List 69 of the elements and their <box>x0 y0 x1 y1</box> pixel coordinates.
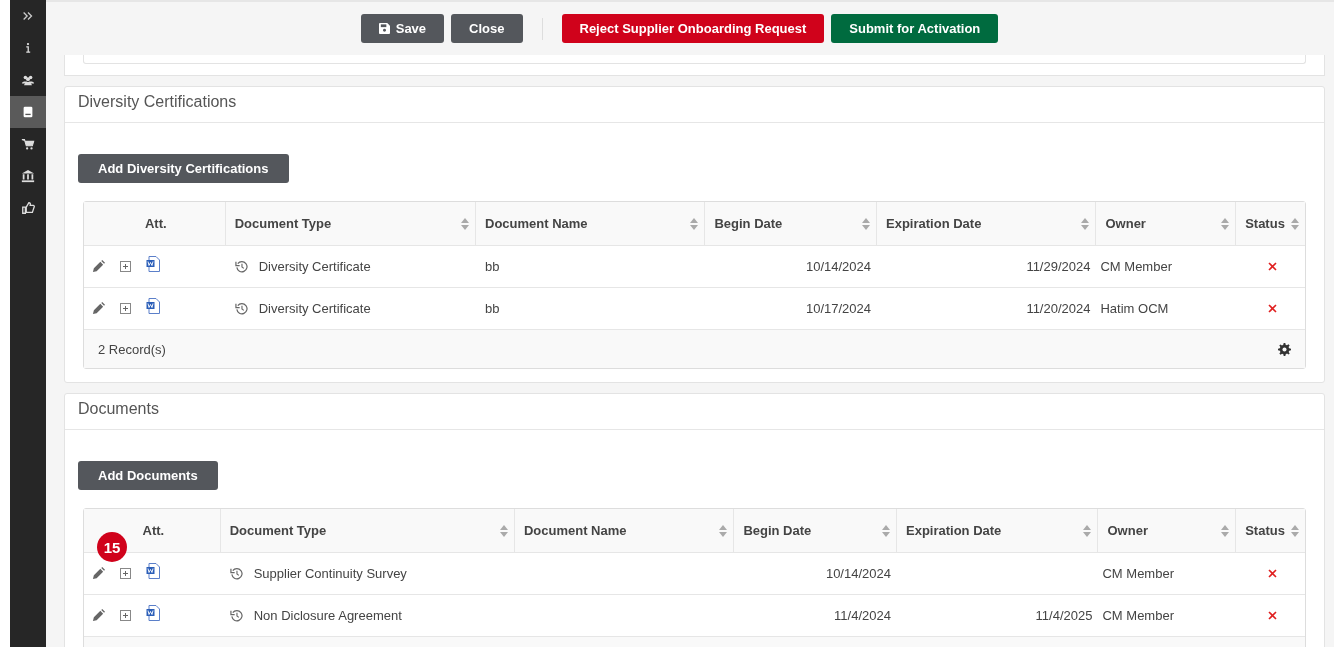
toolbar-button[interactable]: Save <box>360 14 445 43</box>
pencil-icon[interactable] <box>92 609 105 622</box>
rejected-icon <box>1267 611 1277 620</box>
people-icon <box>21 73 35 87</box>
section-title: Diversity Certifications <box>65 87 1324 123</box>
toolbar-button[interactable]: Reject Supplier Onboarding Request <box>561 14 825 43</box>
pencil-icon[interactable] <box>92 302 105 315</box>
table-cell: Diversity Certificate <box>258 259 371 274</box>
rejected-icon <box>1267 569 1277 578</box>
table-cell: Hatim OCM <box>1100 301 1169 316</box>
step-badge: 15 <box>97 532 127 562</box>
bank-icon <box>21 169 35 183</box>
thumbs-up-icon <box>21 201 35 215</box>
add-button[interactable]: Add Documents <box>78 461 218 490</box>
table-cell: 11/20/2024 <box>1026 301 1091 316</box>
history-icon[interactable] <box>234 260 248 273</box>
table-cell: CM Member <box>1100 259 1172 274</box>
cart-icon <box>21 137 35 151</box>
save-icon <box>378 23 390 34</box>
toolbar-button[interactable]: Submit for Activation <box>831 14 999 43</box>
rejected-icon <box>1267 304 1277 313</box>
column-header[interactable]: Status <box>1236 509 1305 552</box>
sidebar-item[interactable] <box>10 96 46 128</box>
history-icon[interactable] <box>229 609 243 622</box>
table-cell: bb <box>485 301 500 316</box>
toolbar-button[interactable]: Close <box>451 14 523 43</box>
column-header[interactable]: Expiration Date <box>897 509 1099 552</box>
column-header[interactable]: Document Name <box>476 202 706 245</box>
record-count: 2 Record(s) <box>98 341 166 357</box>
history-icon[interactable] <box>229 567 243 580</box>
column-header[interactable]: Expiration Date <box>877 202 1097 245</box>
word-document-icon[interactable] <box>146 255 160 272</box>
word-document-icon[interactable] <box>146 562 160 579</box>
column-header[interactable]: Owner <box>1098 509 1237 552</box>
word-document-icon[interactable] <box>146 297 160 314</box>
table-cell: 11/4/2025 <box>1035 608 1093 623</box>
table-cell: Supplier Continuity Survey <box>253 566 407 581</box>
table-cell: 11/29/2024 <box>1026 259 1091 274</box>
column-header[interactable]: Status <box>1236 202 1305 245</box>
table-cell: 10/14/2024 <box>825 566 891 581</box>
table-cell: 10/17/2024 <box>805 301 872 316</box>
column-header[interactable]: Owner <box>1096 202 1237 245</box>
table-cell: 11/4/2024 <box>834 608 891 623</box>
expand-row-icon[interactable] <box>120 261 131 272</box>
column-header[interactable]: Document Type <box>220 509 515 552</box>
settings-icon[interactable] <box>1278 342 1291 356</box>
add-button[interactable]: Add Diversity Certifications <box>78 154 289 183</box>
table-cell: bb <box>485 259 500 274</box>
column-header[interactable]: Document Type <box>225 202 476 245</box>
word-document-icon[interactable] <box>146 604 160 621</box>
table-cell: Non Diclosure Agreement <box>253 608 402 623</box>
column-header[interactable]: Begin Date <box>705 202 877 245</box>
column-header[interactable]: Begin Date <box>734 509 897 552</box>
table-cell: CM Member <box>1102 566 1174 581</box>
pencil-icon[interactable] <box>92 260 105 273</box>
column-header[interactable]: Document Name <box>514 509 735 552</box>
expand-row-icon[interactable] <box>120 568 131 579</box>
column-header: Att. <box>84 202 226 245</box>
book-icon <box>21 105 35 119</box>
pencil-icon[interactable] <box>92 567 105 580</box>
table-cell: CM Member <box>1102 608 1174 623</box>
table-cell: Diversity Certificate <box>258 301 371 316</box>
table-cell: 10/14/2024 <box>805 259 872 274</box>
section-title: Documents <box>65 394 1324 430</box>
expand-row-icon[interactable] <box>120 303 131 314</box>
rejected-icon <box>1267 262 1277 271</box>
history-icon[interactable] <box>234 302 248 315</box>
expand-row-icon[interactable] <box>120 610 131 621</box>
expand-icon <box>21 9 35 23</box>
